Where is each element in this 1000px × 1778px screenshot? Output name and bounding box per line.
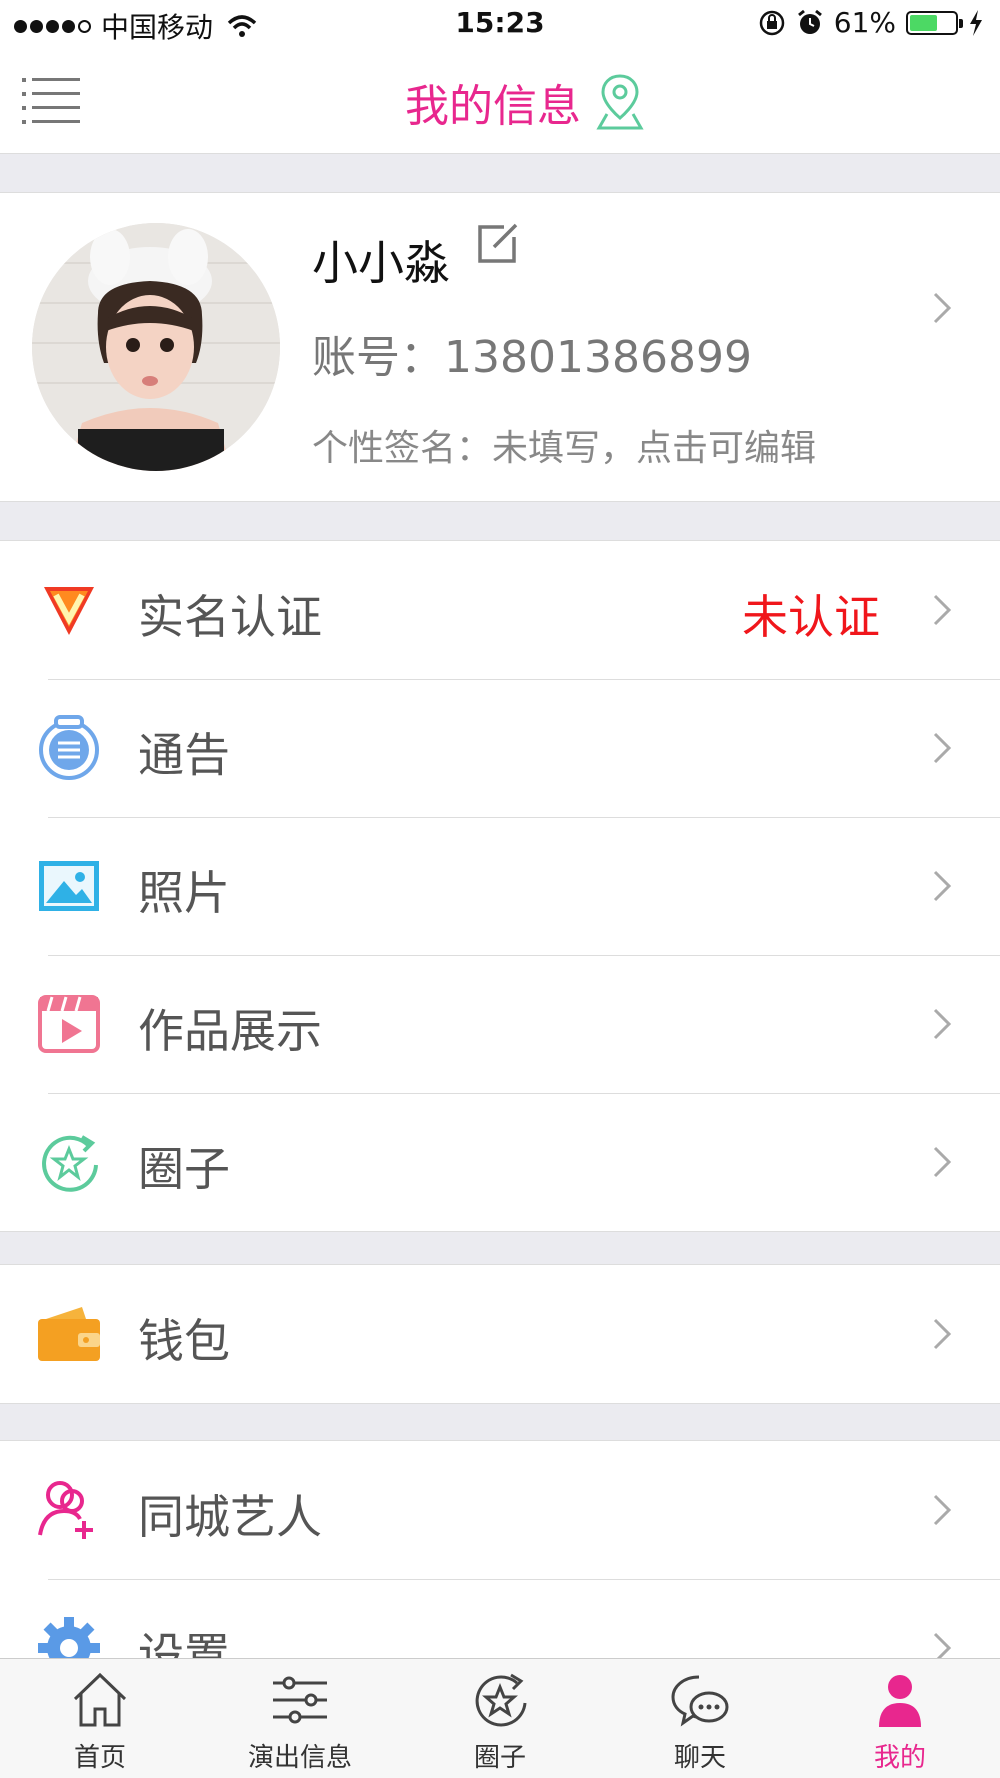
- avatar-image: [32, 223, 280, 471]
- nav-bar: 我的信息: [0, 50, 1000, 154]
- avatar[interactable]: [32, 223, 280, 471]
- wallet-icon: [38, 1307, 100, 1361]
- page-title-group: 我的信息: [405, 70, 645, 134]
- chevron-right-icon: [933, 870, 952, 902]
- verify-status: 未认证: [742, 590, 880, 644]
- menu-item-settings[interactable]: 设置: [0, 1579, 1000, 1660]
- menu-item-local-artists[interactable]: 同城艺人: [0, 1441, 1000, 1579]
- battery-icon: [906, 10, 963, 35]
- profile-card[interactable]: 小小淼 账号：13801386899 个性签名：未填写，点击可编辑: [0, 192, 1000, 502]
- home-icon: [73, 1672, 127, 1727]
- menu-item-notice[interactable]: 通告: [0, 679, 1000, 817]
- tab-label-chat: 聊天: [673, 1743, 726, 1773]
- gear-icon: [38, 1617, 100, 1659]
- menu-item-works[interactable]: 作品展示: [0, 955, 1000, 1093]
- menu-item-wallet[interactable]: 钱包: [0, 1265, 1000, 1403]
- battery-percent: 61%: [833, 6, 896, 39]
- notice-list-icon: [39, 715, 99, 780]
- tab-label-home: 首页: [73, 1743, 126, 1773]
- menu-label-wallet: 钱包: [138, 1314, 230, 1368]
- tab-label-circle: 圈子: [473, 1743, 526, 1773]
- sliders-icon: [273, 1676, 327, 1724]
- circle-star-icon: [42, 1135, 98, 1192]
- photo-icon: [39, 861, 99, 911]
- account-number: 账号：13801386899: [312, 332, 752, 383]
- menu-label-circle: 圈子: [138, 1142, 230, 1196]
- menu-group-main: 实名认证 未认证 通告 照片 作品展示 圈子: [0, 540, 1000, 1232]
- menu-group-wallet: 钱包: [0, 1264, 1000, 1404]
- menu-item-verify[interactable]: 实名认证 未认证: [0, 541, 1000, 679]
- chevron-right-icon: [933, 594, 952, 626]
- tab-home[interactable]: 首页: [0, 1659, 200, 1778]
- tab-label-shows: 演出信息: [247, 1743, 352, 1773]
- menu-label-local-artists: 同城艺人: [138, 1490, 322, 1544]
- chevron-right-icon: [933, 1632, 952, 1659]
- tab-label-me: 我的: [873, 1743, 926, 1773]
- status-bar: 中国移动 15:23 61%: [0, 0, 1000, 50]
- status-right: 61%: [758, 6, 984, 39]
- tab-chat[interactable]: 聊天: [600, 1659, 800, 1778]
- chevron-right-icon: [933, 732, 952, 764]
- person-icon: [879, 1675, 921, 1727]
- tab-me[interactable]: 我的: [800, 1659, 1000, 1778]
- menu-icon[interactable]: [22, 78, 80, 126]
- menu-label-verify: 实名认证: [138, 590, 322, 644]
- menu-item-circle[interactable]: 圈子: [0, 1093, 1000, 1231]
- rotation-lock-icon: [759, 10, 785, 35]
- tab-circle[interactable]: 圈子: [400, 1659, 600, 1778]
- menu-label-works: 作品展示: [138, 1004, 322, 1058]
- menu-item-photos[interactable]: 照片: [0, 817, 1000, 955]
- chevron-right-icon: [933, 1008, 952, 1040]
- menu-label-notice: 通告: [138, 728, 230, 782]
- alarm-icon: [797, 9, 822, 34]
- video-play-icon: [38, 995, 100, 1053]
- charging-icon: [970, 9, 982, 36]
- chevron-right-icon: [933, 1494, 952, 1526]
- verify-v-icon: [44, 587, 94, 635]
- profile-name: 小小淼: [312, 236, 450, 290]
- add-people-icon: [38, 1481, 93, 1539]
- menu-label-photos: 照片: [138, 866, 230, 920]
- tab-shows[interactable]: 演出信息: [200, 1659, 400, 1778]
- chevron-right-icon: [933, 1318, 952, 1350]
- page-title: 我的信息: [405, 81, 581, 132]
- chevron-right-icon: [933, 1146, 952, 1178]
- chat-icon: [671, 1675, 729, 1727]
- tab-bar: 首页 演出信息 圈子 聊天 我的: [0, 1658, 1000, 1778]
- menu-group-social: 同城艺人 设置: [0, 1440, 1000, 1660]
- chevron-right-icon: [933, 292, 952, 324]
- signature-text[interactable]: 个性签名：未填写，点击可编辑: [312, 419, 816, 471]
- edit-icon[interactable]: [474, 221, 520, 267]
- circle-star-icon: [475, 1673, 527, 1727]
- location-icon[interactable]: [595, 72, 645, 132]
- menu-label-settings: 设置: [138, 1628, 230, 1660]
